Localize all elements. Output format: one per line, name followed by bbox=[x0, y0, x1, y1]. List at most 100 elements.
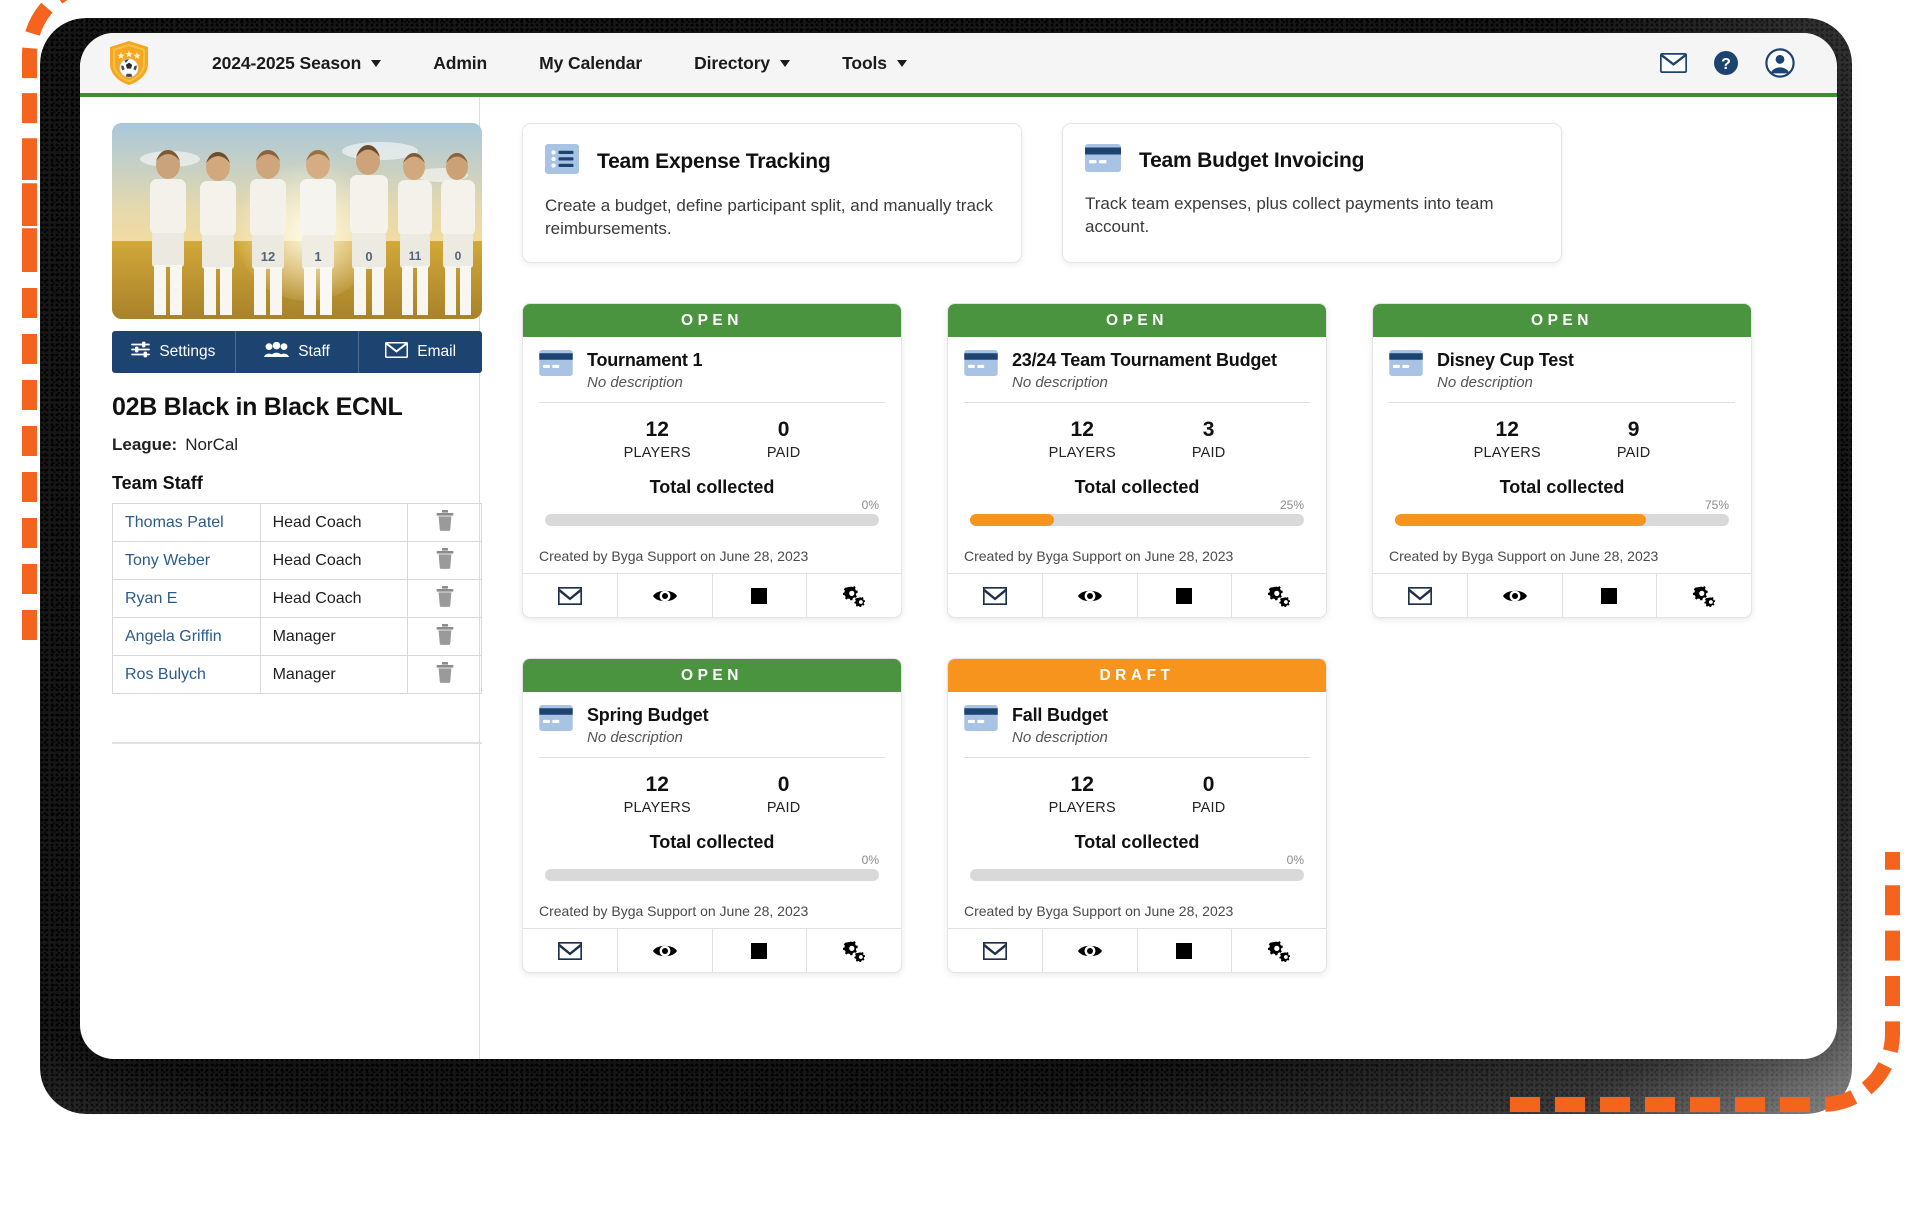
help-icon[interactable]: ? bbox=[1713, 50, 1739, 76]
email-action[interactable] bbox=[1373, 574, 1468, 617]
trash-icon[interactable] bbox=[436, 662, 454, 688]
shield-soccer-logo-icon[interactable] bbox=[108, 40, 150, 86]
table-row[interactable]: Thomas Patel Head Coach bbox=[113, 504, 482, 542]
info-card-title: Team Budget Invoicing bbox=[1139, 149, 1364, 173]
budget-card-stats: 12 PLAYERS 9 PAID bbox=[1373, 403, 1751, 463]
total-collected-label: Total collected bbox=[523, 832, 901, 853]
nav-item-my-calendar[interactable]: My Calendar bbox=[513, 53, 668, 74]
budget-card-title: Fall Budget bbox=[1012, 705, 1108, 726]
page-body: 12 1 bbox=[80, 97, 1837, 1059]
view-action[interactable] bbox=[1043, 574, 1138, 617]
budget-card-header: Spring Budget No description bbox=[523, 692, 901, 757]
sidebar-item-staff[interactable]: Staff bbox=[236, 331, 360, 373]
credit-card-icon bbox=[539, 350, 573, 381]
paid-label: PAID bbox=[1617, 445, 1651, 461]
email-action[interactable] bbox=[948, 929, 1043, 972]
table-row[interactable]: Tony Weber Head Coach bbox=[113, 542, 482, 580]
staff-name[interactable]: Ryan E bbox=[113, 580, 261, 618]
nav-item-tools[interactable]: Tools bbox=[816, 53, 933, 74]
decorative-dashed-line-top bbox=[180, 0, 560, 16]
view-action[interactable] bbox=[618, 929, 713, 972]
status-badge: OPEN bbox=[1373, 304, 1751, 337]
progress-percent-label: 0% bbox=[545, 853, 879, 867]
league-row: League:NorCal bbox=[112, 435, 449, 455]
staff-name[interactable]: Angela Griffin bbox=[113, 618, 261, 656]
account-icon[interactable] bbox=[1765, 48, 1795, 78]
trash-icon[interactable] bbox=[436, 548, 454, 574]
info-card-title: Team Expense Tracking bbox=[597, 150, 831, 174]
view-action[interactable] bbox=[618, 574, 713, 617]
view-action[interactable] bbox=[1468, 574, 1563, 617]
players-value: 12 bbox=[1049, 418, 1116, 441]
stop-action[interactable] bbox=[1138, 574, 1233, 617]
trash-icon[interactable] bbox=[436, 510, 454, 536]
created-by-text: Created by Byga Support on June 28, 2023 bbox=[948, 548, 1326, 573]
staff-role: Manager bbox=[260, 656, 408, 694]
info-card-expense-tracking[interactable]: Team Expense Tracking Create a budget, d… bbox=[522, 123, 1022, 263]
trash-icon[interactable] bbox=[436, 586, 454, 612]
budget-card-header: Tournament 1 No description bbox=[523, 337, 901, 402]
svg-text:0: 0 bbox=[455, 249, 462, 263]
budget-card-5[interactable]: DRAFT Fall Budget No description 12 PLAY… bbox=[947, 658, 1327, 973]
players-label: PLAYERS bbox=[624, 445, 691, 461]
players-stat: 12 PLAYERS bbox=[1049, 418, 1116, 461]
email-action[interactable] bbox=[948, 574, 1043, 617]
budget-card-2[interactable]: OPEN 23/24 Team Tournament Budget No des… bbox=[947, 303, 1327, 618]
nav-item-directory[interactable]: Directory bbox=[668, 53, 816, 74]
budget-card-4[interactable]: OPEN Spring Budget No description 12 PLA… bbox=[522, 658, 902, 973]
progress-wrap: 0% bbox=[523, 498, 901, 526]
budget-card-description: No description bbox=[1012, 729, 1108, 746]
email-action[interactable] bbox=[523, 574, 618, 617]
staff-name[interactable]: Thomas Patel bbox=[113, 504, 261, 542]
players-label: PLAYERS bbox=[1049, 800, 1116, 816]
sidebar-item-email[interactable]: Email bbox=[359, 331, 482, 373]
staff-name[interactable]: Tony Weber bbox=[113, 542, 261, 580]
progress-wrap: 75% bbox=[1373, 498, 1751, 526]
nav-item-admin[interactable]: Admin bbox=[407, 53, 513, 74]
table-row[interactable]: Ryan E Head Coach bbox=[113, 580, 482, 618]
svg-text:?: ? bbox=[1721, 56, 1731, 73]
paid-label: PAID bbox=[767, 445, 801, 461]
progress-wrap: 0% bbox=[948, 853, 1326, 881]
created-by-text: Created by Byga Support on June 28, 2023 bbox=[1373, 548, 1751, 573]
settings-action[interactable] bbox=[807, 929, 901, 972]
staff-delete-cell bbox=[408, 618, 482, 656]
svg-text:12: 12 bbox=[261, 249, 275, 264]
players-value: 12 bbox=[1049, 773, 1116, 796]
settings-action[interactable] bbox=[1232, 574, 1326, 617]
nav-item-admin-label: Admin bbox=[433, 53, 487, 74]
stop-action[interactable] bbox=[1138, 929, 1233, 972]
stop-action[interactable] bbox=[713, 929, 808, 972]
stop-action[interactable] bbox=[1563, 574, 1658, 617]
budget-card-stats: 12 PLAYERS 0 PAID bbox=[948, 758, 1326, 818]
budget-card-description: No description bbox=[587, 374, 702, 391]
settings-action[interactable] bbox=[807, 574, 901, 617]
budget-card-3[interactable]: OPEN Disney Cup Test No description 12 P… bbox=[1372, 303, 1752, 618]
stop-action[interactable] bbox=[713, 574, 808, 617]
info-card-header: Team Budget Invoicing bbox=[1085, 144, 1539, 177]
trash-icon[interactable] bbox=[436, 624, 454, 650]
nav-item-season[interactable]: 2024-2025 Season bbox=[186, 53, 407, 74]
budget-card-1[interactable]: OPEN Tournament 1 No description 12 PLAY… bbox=[522, 303, 902, 618]
sidebar-item-settings[interactable]: Settings bbox=[112, 331, 236, 373]
view-action[interactable] bbox=[1043, 929, 1138, 972]
budget-card-titles: 23/24 Team Tournament Budget No descript… bbox=[1012, 350, 1277, 391]
players-label: PLAYERS bbox=[1474, 445, 1541, 461]
mail-icon[interactable] bbox=[1660, 53, 1687, 73]
status-badge: OPEN bbox=[948, 304, 1326, 337]
staff-delete-cell bbox=[408, 656, 482, 694]
players-value: 12 bbox=[624, 773, 691, 796]
players-label: PLAYERS bbox=[624, 800, 691, 816]
staff-name[interactable]: Ros Bulych bbox=[113, 656, 261, 694]
email-action[interactable] bbox=[523, 929, 618, 972]
settings-action[interactable] bbox=[1232, 929, 1326, 972]
settings-action[interactable] bbox=[1657, 574, 1751, 617]
total-collected-label: Total collected bbox=[948, 477, 1326, 498]
created-by-text: Created by Byga Support on June 28, 2023 bbox=[523, 903, 901, 928]
svg-text:1: 1 bbox=[314, 249, 321, 264]
table-row[interactable]: Angela Griffin Manager bbox=[113, 618, 482, 656]
budget-card-actions bbox=[523, 928, 901, 972]
players-value: 12 bbox=[1474, 418, 1541, 441]
info-card-budget-invoicing[interactable]: Team Budget Invoicing Track team expense… bbox=[1062, 123, 1562, 263]
table-row[interactable]: Ros Bulych Manager bbox=[113, 656, 482, 694]
